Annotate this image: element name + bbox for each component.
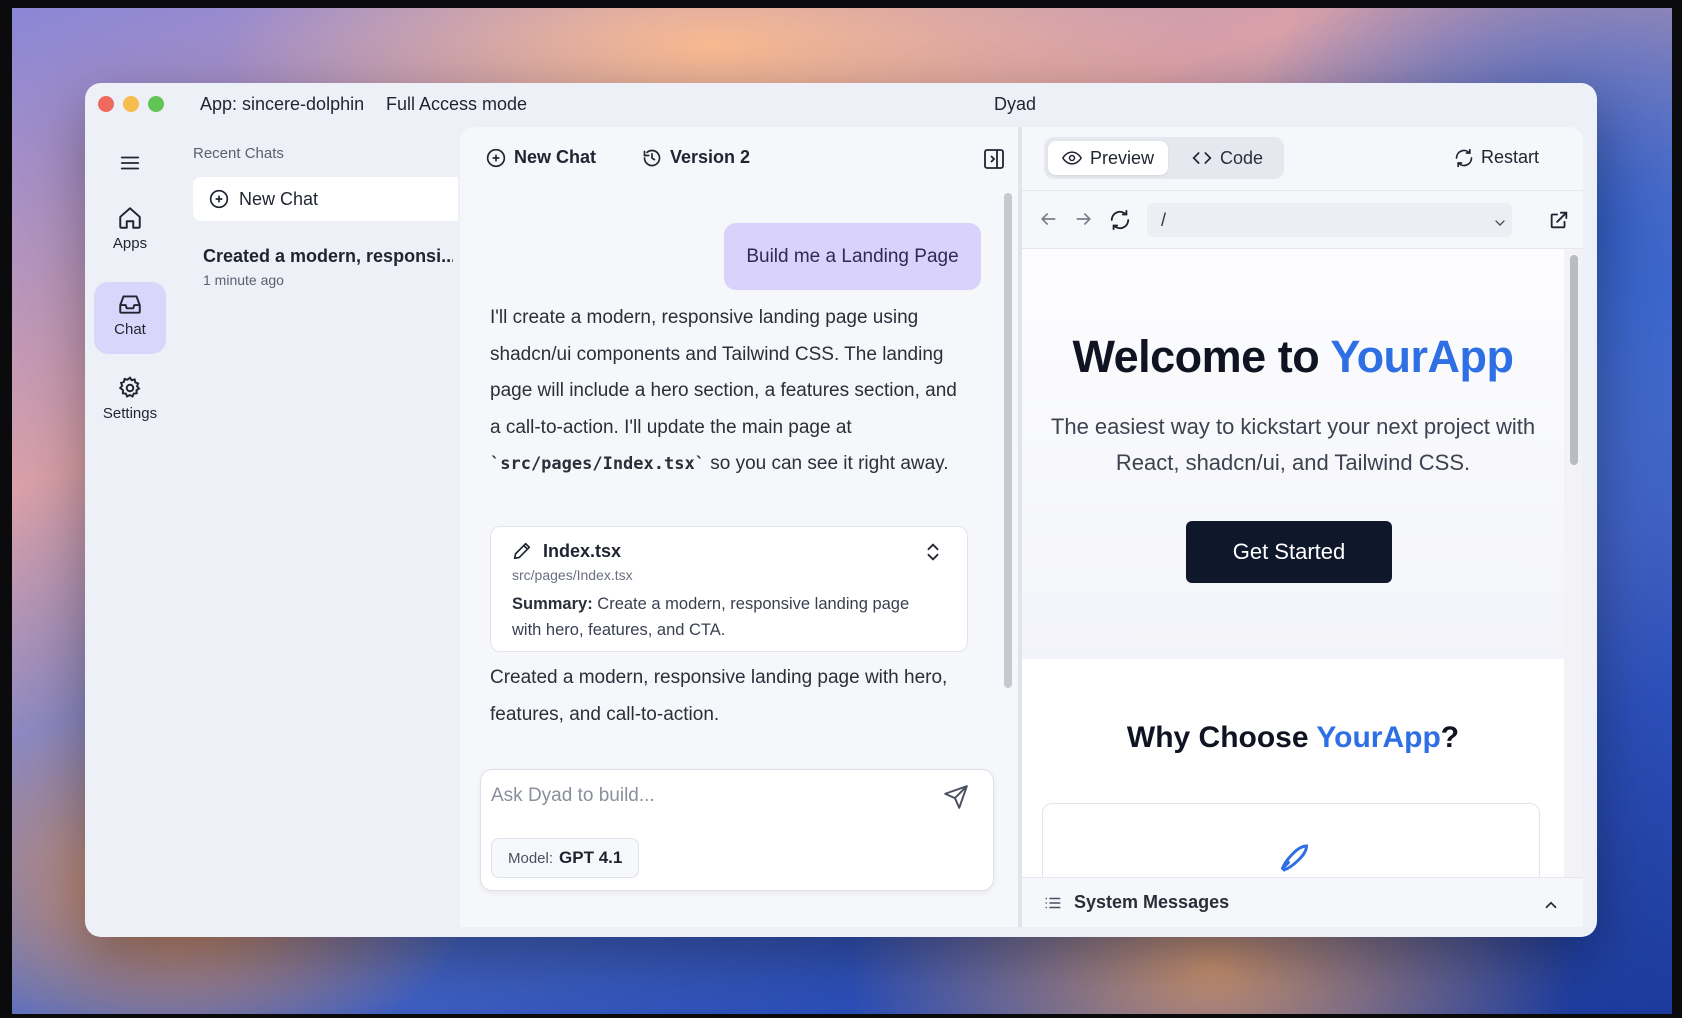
reload-icon[interactable] <box>1109 209 1131 231</box>
pencil-icon <box>513 542 531 560</box>
app-window: App: sincere-dolphin Full Access mode Dy… <box>85 83 1597 937</box>
rocket-icon <box>1281 844 1309 872</box>
plus-circle-icon <box>486 148 506 167</box>
title-bar: App: sincere-dolphin Full Access mode Dy… <box>85 83 1597 127</box>
menu-button[interactable] <box>94 143 166 183</box>
chevron-up-icon[interactable] <box>1542 896 1560 914</box>
chevron-down-icon[interactable] <box>1492 215 1508 231</box>
version-label: Version 2 <box>670 147 751 167</box>
gear-icon <box>118 376 141 398</box>
preview-toolbar: Preview Code Restart <box>1022 127 1583 191</box>
recent-chat-time: 1 minute ago <box>203 272 284 288</box>
tab-preview[interactable]: Preview <box>1048 141 1169 175</box>
preview-viewport: Welcome to YourApp The easiest way to ki… <box>1022 249 1564 877</box>
nav-apps-label: Apps <box>112 235 148 252</box>
chat-input-box: Model: GPT 4.1 <box>480 769 994 891</box>
assistant-message: I'll create a modern, responsive landing… <box>490 300 960 483</box>
tab-code[interactable]: Code <box>1178 141 1277 175</box>
nav-settings-label: Settings <box>102 405 158 422</box>
new-chat-button[interactable]: New Chat <box>486 147 596 168</box>
external-link-icon[interactable] <box>1548 209 1570 231</box>
home-icon <box>119 207 141 229</box>
eye-icon <box>1062 151 1082 165</box>
file-name: Index.tsx <box>543 541 622 561</box>
send-icon[interactable] <box>943 784 969 810</box>
model-selector[interactable]: Model: GPT 4.1 <box>491 838 640 878</box>
assistant-final-message: Created a modern, responsive landing pag… <box>490 667 948 725</box>
preview-panel: Preview Code Restart / Welcome to YourAp… <box>1022 127 1583 927</box>
app-name-label: App: sincere-dolphin <box>200 94 365 114</box>
close-window-button[interactable] <box>98 96 114 112</box>
features-heading-prefix: Why Choose <box>1126 721 1317 754</box>
hero-title: Welcome to YourApp <box>1022 331 1564 383</box>
nav-settings[interactable]: Settings <box>94 375 166 439</box>
history-icon <box>643 149 661 166</box>
file-path-code: `src/pages/Index.tsx` <box>490 454 705 474</box>
chat-input[interactable] <box>491 782 931 810</box>
chevrons-up-down-icon[interactable] <box>922 539 944 565</box>
system-messages-bar[interactable]: System Messages <box>1022 877 1583 927</box>
hero-title-accent: YourApp <box>1330 331 1514 382</box>
user-message: Build me a Landing Page <box>724 223 981 290</box>
preview-address-bar: / <box>1022 191 1583 249</box>
nav-chat-label: Chat <box>114 321 146 338</box>
restart-label: Restart <box>1481 147 1540 167</box>
code-icon <box>1192 152 1212 164</box>
hero-subtitle: The easiest way to kickstart your next p… <box>1050 414 1536 475</box>
access-mode-label: Full Access mode <box>386 94 528 114</box>
tab-code-label: Code <box>1220 147 1264 168</box>
tab-preview-label: Preview <box>1090 147 1155 168</box>
plus-circle-icon <box>209 189 229 209</box>
preview-scrollbar-thumb[interactable] <box>1570 255 1578 465</box>
assistant-outro: so you can see it right away. <box>710 453 949 474</box>
nav-chat[interactable]: Chat <box>94 282 166 354</box>
inbox-icon <box>119 295 141 314</box>
forward-arrow-icon[interactable] <box>1074 209 1094 229</box>
features-heading-accent: YourApp <box>1316 721 1441 754</box>
new-chat-label: New Chat <box>514 147 597 167</box>
sidebar-new-chat-label: New Chat <box>239 188 319 209</box>
hero-title-prefix: Welcome to <box>1072 331 1331 382</box>
model-value: GPT 4.1 <box>559 848 623 867</box>
view-toggle: Preview Code <box>1044 137 1284 179</box>
chat-panel: New Chat Version 2 Build me a Landing Pa… <box>460 127 1018 927</box>
model-label: Model: <box>508 849 554 867</box>
nav-apps[interactable]: Apps <box>94 205 166 269</box>
chat-scrollbar[interactable] <box>1004 193 1012 688</box>
route-selector[interactable]: / <box>1147 203 1512 237</box>
file-change-card[interactable]: Index.tsx src/pages/Index.tsx Summary: C… <box>490 526 968 652</box>
menu-icon <box>120 156 140 170</box>
version-button[interactable]: Version 2 <box>642 147 750 168</box>
minimize-window-button[interactable] <box>123 96 139 112</box>
features-heading: Why Choose YourApp? <box>1022 721 1564 755</box>
back-arrow-icon[interactable] <box>1038 209 1058 229</box>
file-path: src/pages/Index.tsx <box>512 567 633 583</box>
recent-chats-heading: Recent Chats <box>193 145 284 162</box>
sidebar-new-chat-button[interactable]: New Chat <box>193 177 458 221</box>
panel-collapse-icon[interactable] <box>982 147 1006 171</box>
restart-button[interactable]: Restart <box>1454 147 1539 168</box>
preview-scrollbar[interactable] <box>1564 249 1583 877</box>
hero-section: Welcome to YourApp The easiest way to ki… <box>1022 249 1564 659</box>
feature-card <box>1042 803 1540 877</box>
file-summary: Summary: Create a modern, responsive lan… <box>512 591 932 643</box>
system-messages-label: System Messages <box>1074 892 1230 912</box>
summary-label: Summary: <box>512 595 593 613</box>
window-title: Dyad <box>994 94 1037 114</box>
refresh-icon <box>1455 148 1473 167</box>
assistant-intro: I'll create a modern, responsive landing… <box>490 307 957 438</box>
recent-chat-title: Created a modern, responsi... <box>203 246 453 266</box>
get-started-button[interactable]: Get Started <box>1186 521 1392 583</box>
features-heading-suffix: ? <box>1440 721 1460 754</box>
list-icon <box>1045 897 1061 908</box>
zoom-window-button[interactable] <box>148 96 164 112</box>
